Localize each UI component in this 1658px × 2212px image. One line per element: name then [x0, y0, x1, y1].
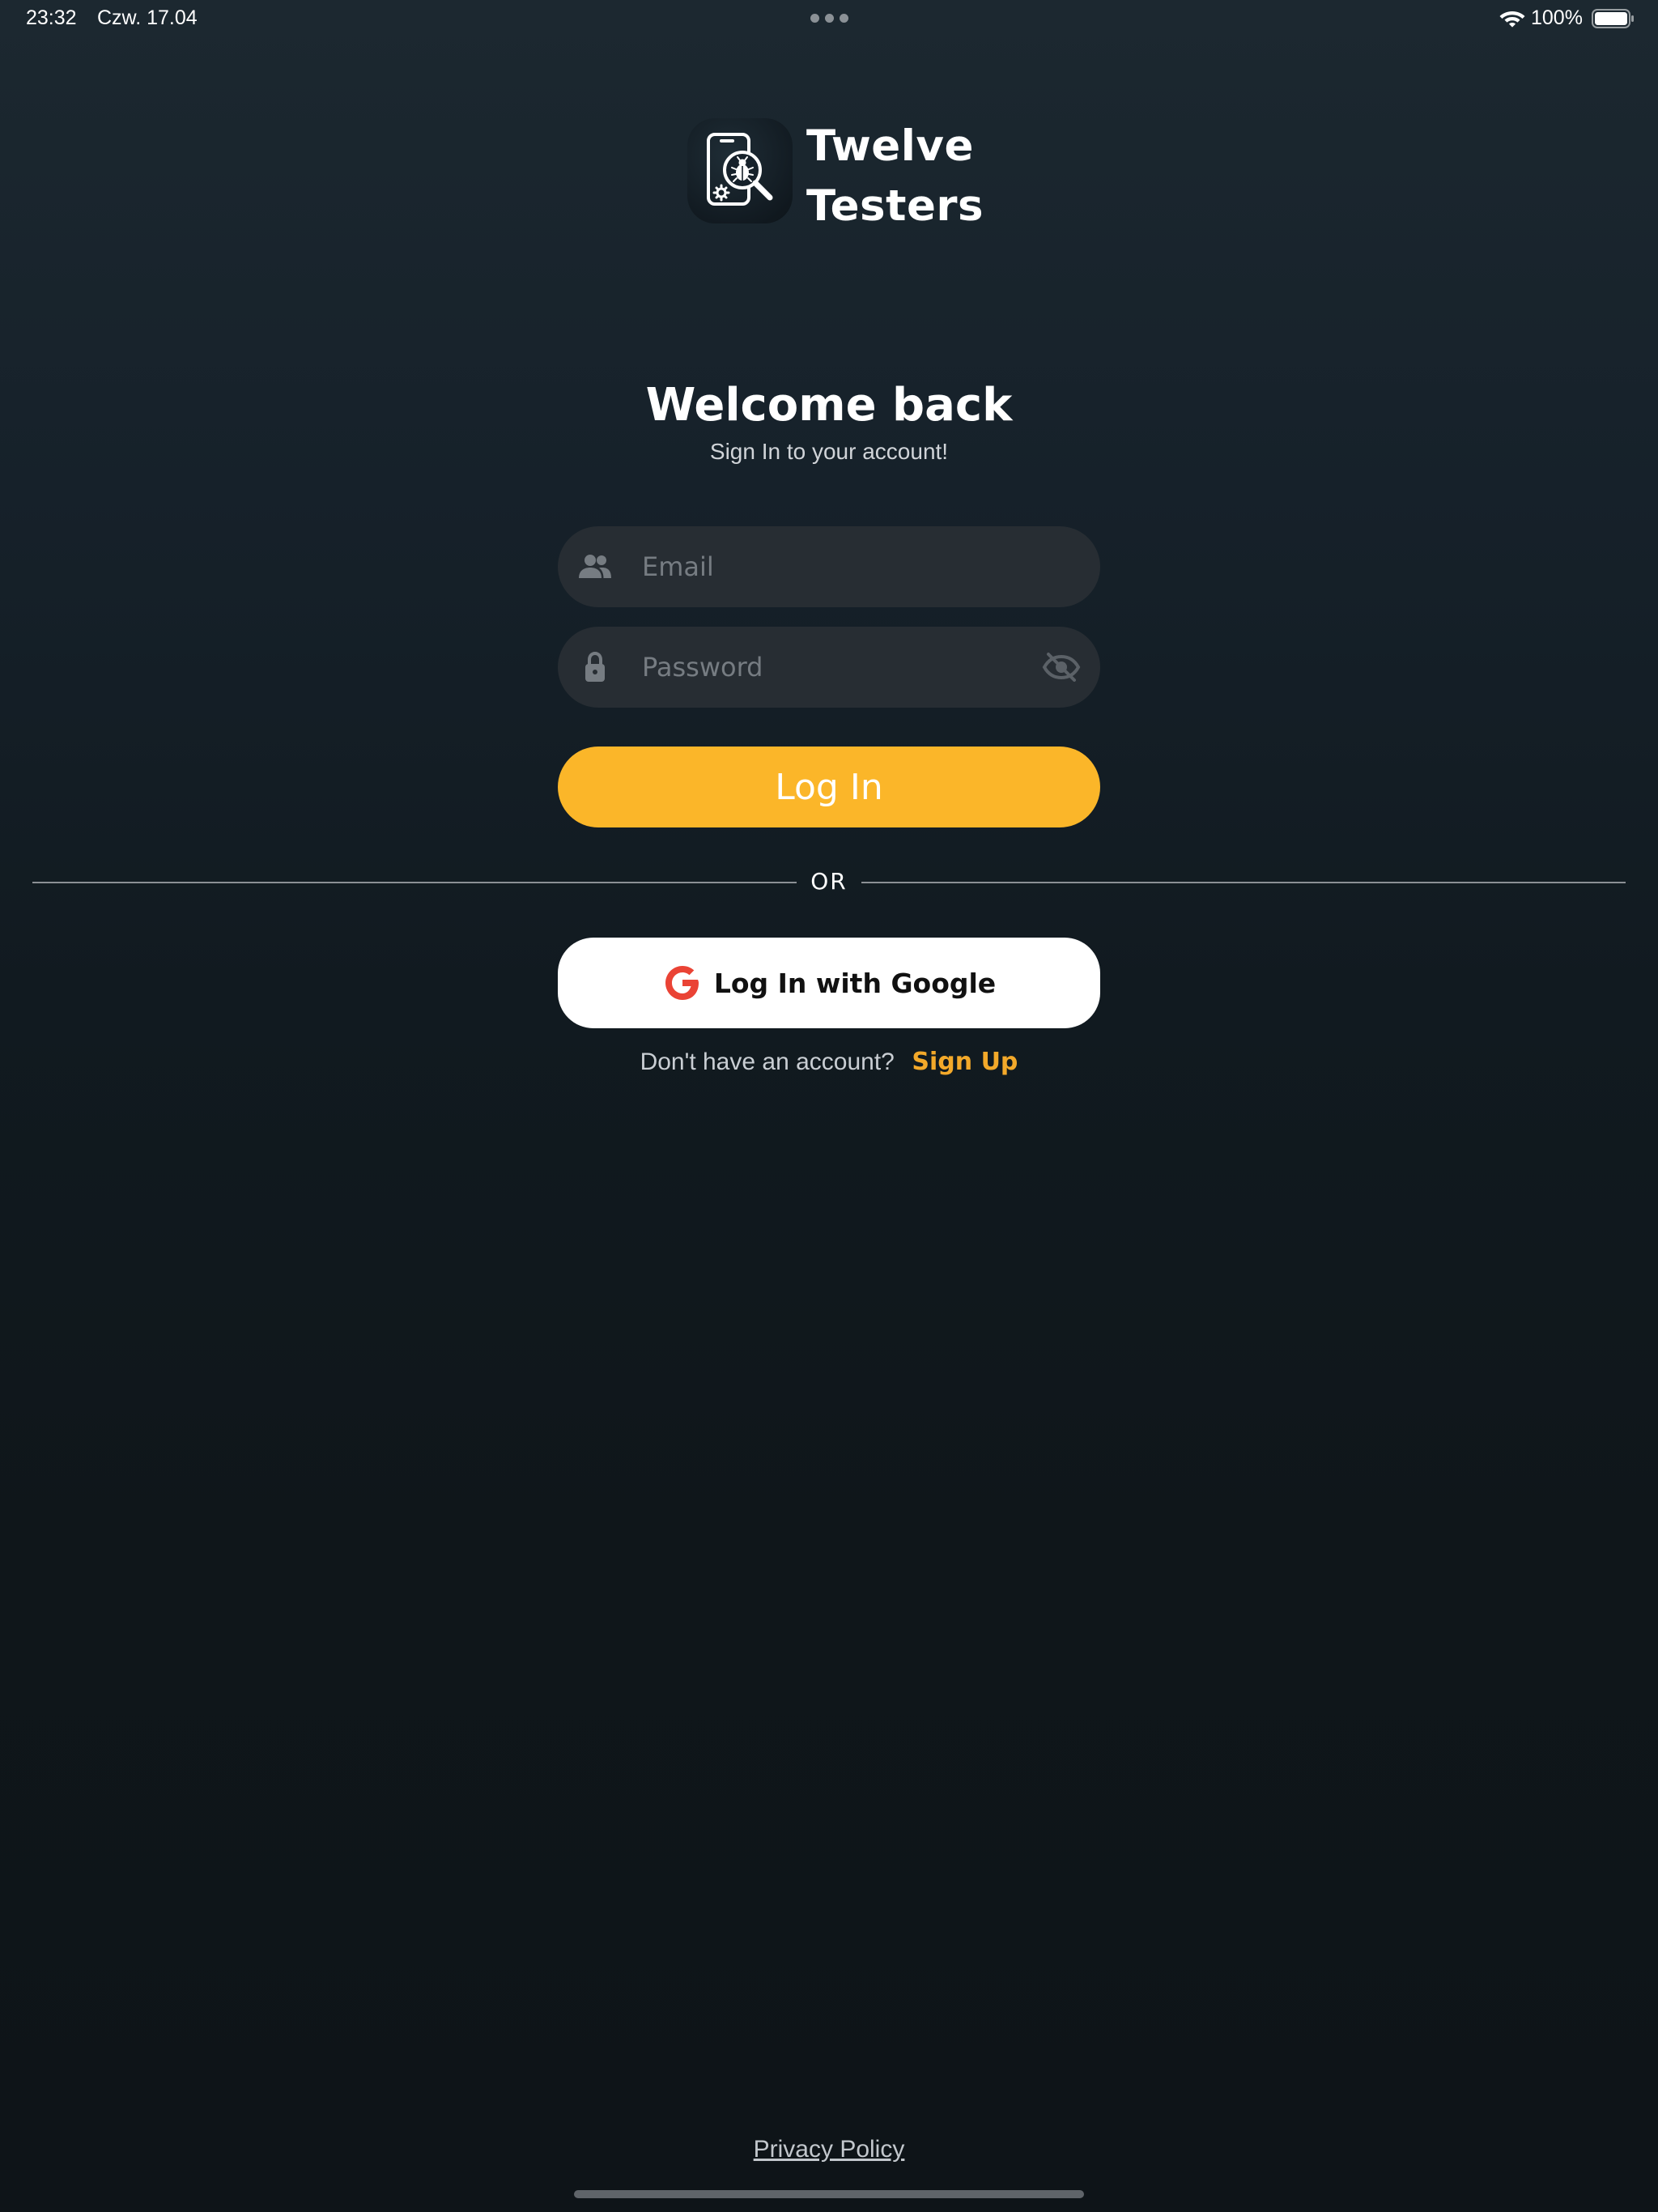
brand-line-2: Testers: [806, 181, 984, 231]
google-login-button[interactable]: Log In with Google: [558, 938, 1100, 1028]
phone-bug-search-icon: [687, 118, 793, 223]
login-button[interactable]: Log In: [558, 747, 1100, 827]
users-icon: [579, 555, 611, 578]
google-login-label: Log In with Google: [713, 967, 997, 999]
page-title: Welcome back: [645, 379, 1013, 432]
page-subtitle: Sign In to your account!: [709, 439, 949, 464]
privacy-policy-link[interactable]: Privacy Policy: [0, 2136, 1658, 2163]
brand-name: Twelve Testers: [806, 117, 984, 236]
email-input[interactable]: [642, 526, 1031, 607]
battery-icon: [1592, 9, 1634, 28]
signup-prompt: Don't have an account?: [640, 1049, 895, 1075]
wifi-icon: [1499, 11, 1525, 28]
divider-line-right: [861, 882, 1626, 883]
eye-off-icon[interactable]: [1042, 651, 1081, 683]
lock-icon: [585, 651, 605, 682]
app-logo: Twelve Testers: [687, 118, 984, 236]
brand-line-1: Twelve: [806, 121, 974, 171]
email-field[interactable]: [558, 526, 1100, 607]
signup-link[interactable]: Sign Up: [912, 1048, 1018, 1076]
google-g-icon: [665, 966, 699, 1000]
status-bar: 23:32 Czw. 17.04 100%: [0, 0, 1658, 39]
status-time: 23:32: [26, 6, 77, 29]
more-dots-icon[interactable]: [810, 14, 848, 23]
password-field[interactable]: [558, 627, 1100, 708]
home-indicator[interactable]: [574, 2190, 1084, 2198]
password-input[interactable]: [642, 627, 1031, 708]
signup-row: Don't have an account? Sign Up: [0, 1048, 1658, 1076]
or-divider: OR: [32, 868, 1626, 897]
status-date: Czw. 17.04: [97, 6, 198, 29]
battery-percent: 100%: [1531, 6, 1583, 29]
